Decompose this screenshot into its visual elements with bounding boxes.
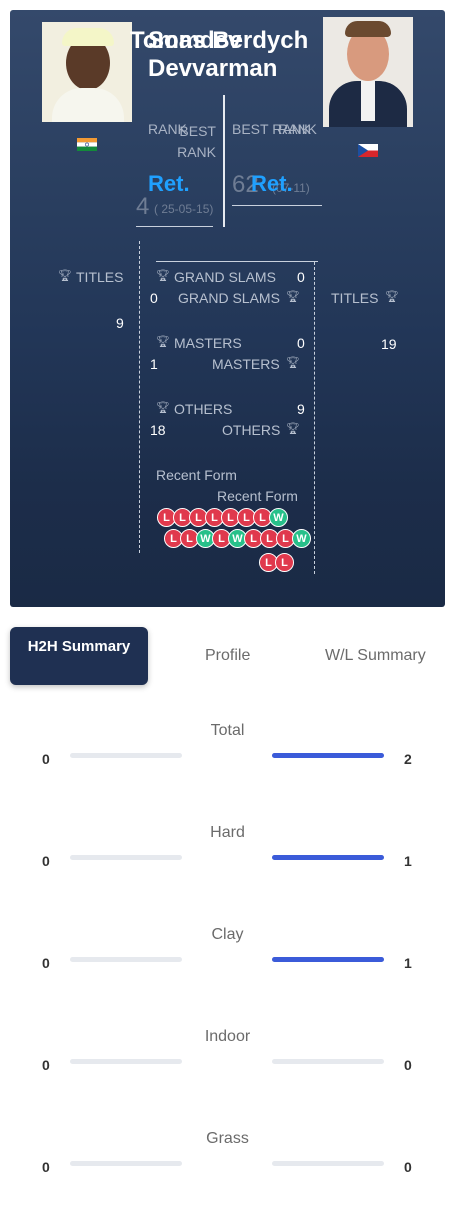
player1-grand-slams-value: 0 bbox=[150, 290, 158, 306]
player2-form-result: W bbox=[292, 529, 311, 548]
player2-h2h-count: 1 bbox=[404, 955, 412, 971]
h2h-category-label: Indoor bbox=[204, 1028, 251, 1045]
player2-rank-underline bbox=[232, 205, 322, 206]
trophy-icon: 🏆︎ bbox=[286, 423, 300, 435]
player1-best-rank-value: 4 bbox=[136, 193, 150, 220]
player2-h2h-count: 0 bbox=[404, 1057, 412, 1073]
trophy-icon: 🏆︎ bbox=[286, 357, 300, 369]
player2-form-result: L bbox=[275, 553, 294, 572]
player1-others-label: OTHERS bbox=[174, 401, 233, 417]
player1-h2h-count: 0 bbox=[42, 1159, 50, 1175]
player1-rank-value: Ret. bbox=[148, 171, 190, 196]
player2-titles-label: TITLES bbox=[331, 290, 379, 306]
tab-h2h-summary[interactable]: H2H Summary bbox=[10, 627, 148, 685]
player1-h2h-count: 0 bbox=[42, 853, 50, 869]
player1-masters-value: 1 bbox=[150, 356, 158, 372]
player1-h2h-count: 0 bbox=[42, 955, 50, 971]
player1-best-rank-date: ( 25-05-15) bbox=[154, 202, 214, 216]
player2-rank-label: RANK bbox=[278, 121, 317, 137]
india-flag-icon bbox=[77, 138, 97, 151]
player1-titles-value: 9 bbox=[116, 315, 124, 331]
h2h-category-label: Grass bbox=[206, 1130, 249, 1147]
czech-flag-icon bbox=[358, 144, 378, 157]
player1-recent-form-label: Recent Form bbox=[156, 467, 237, 483]
h2h-category-label: Clay bbox=[211, 926, 244, 943]
player2-h2h-count: 1 bbox=[404, 853, 412, 869]
player1-masters-label: MASTERS bbox=[174, 335, 242, 351]
player1-form-result: W bbox=[269, 508, 288, 527]
player1-others-value: 18 bbox=[150, 422, 166, 438]
player1-h2h-bar bbox=[70, 753, 182, 758]
player2-h2h-bar-fill bbox=[272, 855, 384, 860]
player2-h2h-bar bbox=[272, 1059, 384, 1064]
player1-h2h-count: 0 bbox=[42, 1057, 50, 1073]
trophy-icon: 🏆︎ bbox=[58, 270, 72, 282]
player1-h2h-bar bbox=[70, 1161, 182, 1166]
player2-rank-value: Ret. bbox=[251, 171, 293, 196]
player1-h2h-bar bbox=[70, 957, 182, 962]
h2h-category-label: Total bbox=[210, 722, 245, 739]
player2-others-value: 9 bbox=[297, 401, 305, 417]
trophy-icon: 🏆︎ bbox=[385, 291, 399, 303]
rank-divider bbox=[223, 95, 225, 227]
player2-h2h-count: 2 bbox=[404, 751, 412, 767]
player1-rank-underline bbox=[136, 226, 213, 227]
player2-grand-slams-value: 0 bbox=[297, 269, 305, 285]
player2-h2h-bar bbox=[272, 1161, 384, 1166]
tab-wl-summary[interactable]: W/L Summary bbox=[325, 647, 426, 665]
trophy-icon: 🏆︎ bbox=[156, 402, 170, 414]
player1-grand-slams-label: GRAND SLAMS bbox=[174, 269, 276, 285]
stats-right-divider bbox=[314, 262, 315, 574]
player-comparison-header: Tomas Berdych Somdev Devvarman RANK BEST… bbox=[10, 10, 445, 607]
player1-titles-label: TITLES bbox=[76, 269, 124, 285]
player2-others-label: OTHERS bbox=[222, 422, 281, 438]
player2-masters-value: 0 bbox=[297, 335, 305, 351]
player1-best-rank-label: BEST RANK bbox=[177, 123, 216, 160]
trophy-icon: 🏆︎ bbox=[156, 270, 170, 282]
stats-top-line bbox=[156, 261, 318, 262]
h2h-category-label: Hard bbox=[210, 824, 245, 841]
trophy-icon: 🏆︎ bbox=[286, 291, 300, 303]
player1-photo[interactable] bbox=[42, 22, 132, 122]
player2-h2h-count: 0 bbox=[404, 1159, 412, 1175]
player2-h2h-bar-fill bbox=[272, 957, 384, 962]
player1-name[interactable]: Somdev Devvarman bbox=[148, 27, 308, 83]
player2-masters-label: MASTERS bbox=[212, 356, 280, 372]
player2-titles-value: 19 bbox=[381, 336, 397, 352]
player2-grand-slams-label: GRAND SLAMS bbox=[178, 290, 280, 306]
player2-h2h-bar-fill bbox=[272, 753, 384, 758]
player1-h2h-bar bbox=[70, 855, 182, 860]
trophy-icon: 🏆︎ bbox=[156, 336, 170, 348]
player1-h2h-count: 0 bbox=[42, 751, 50, 767]
tab-profile[interactable]: Profile bbox=[205, 647, 250, 665]
stats-left-divider bbox=[139, 241, 140, 553]
player1-h2h-bar bbox=[70, 1059, 182, 1064]
player2-recent-form-label: Recent Form bbox=[217, 488, 298, 504]
